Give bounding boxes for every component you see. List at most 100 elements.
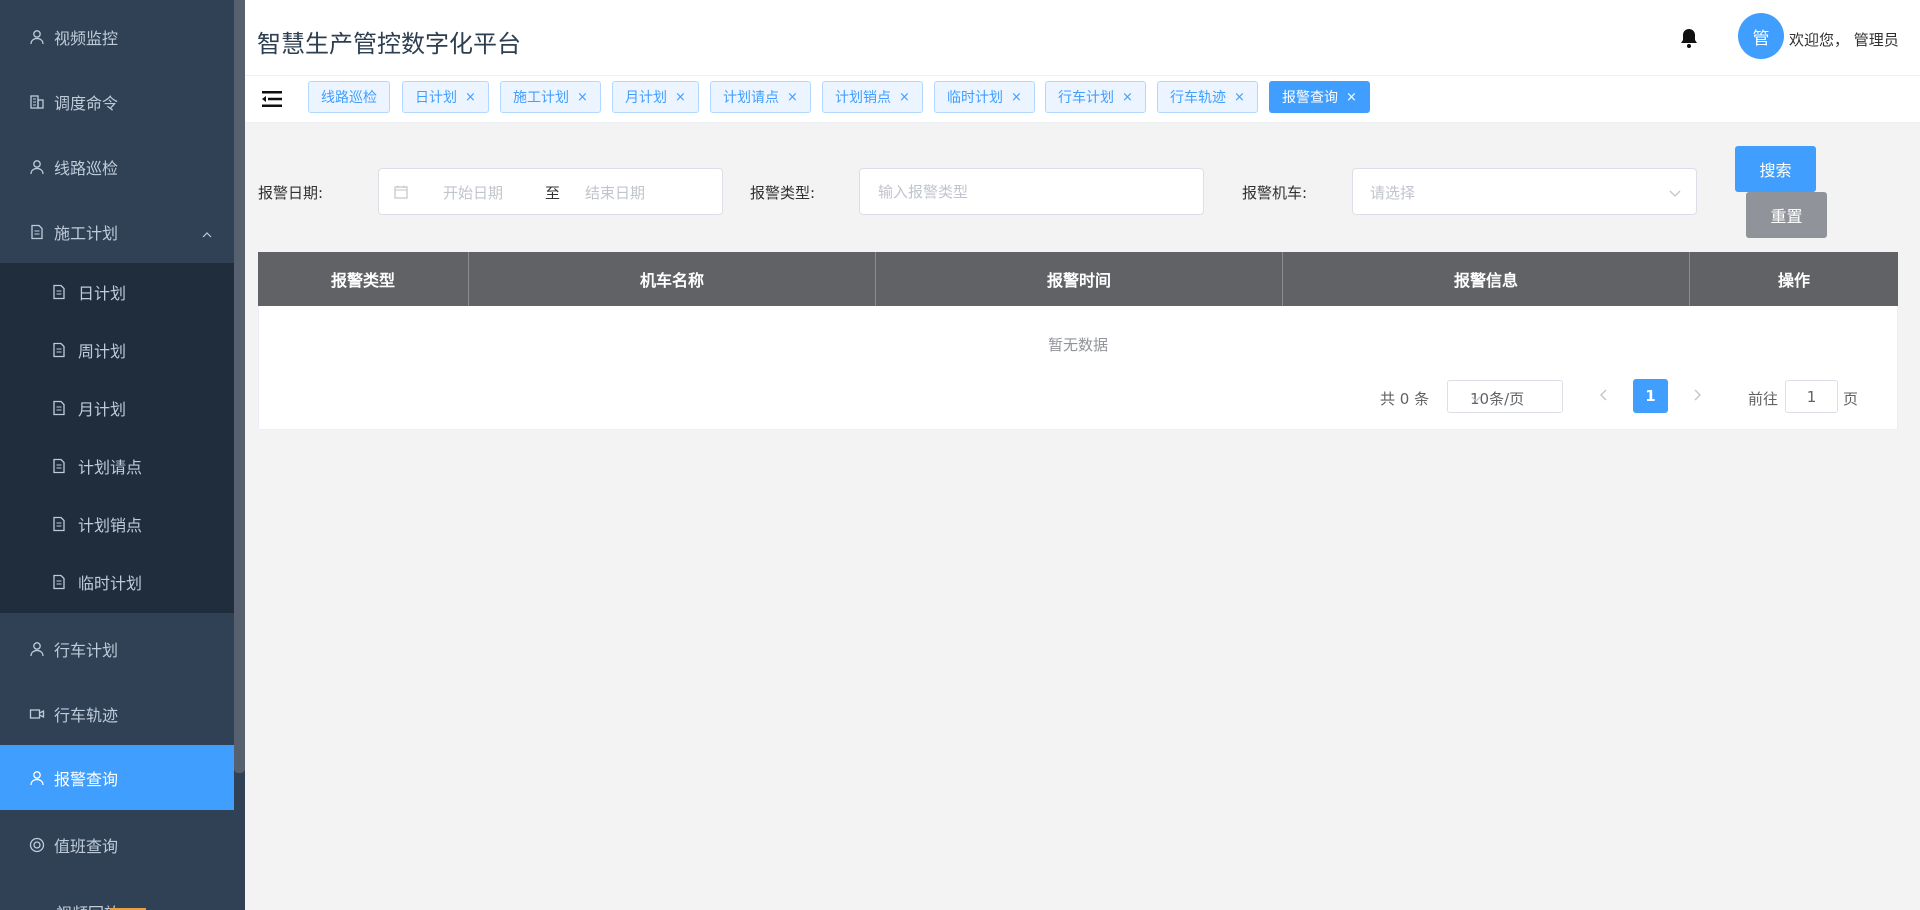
- submenu-item-daily-plan[interactable]: 日计划: [0, 263, 234, 321]
- tag-plan-request[interactable]: 计划请点 ×: [710, 81, 811, 113]
- column-header[interactable]: 报警类型: [258, 252, 469, 306]
- tag-label: 计划销点: [835, 90, 891, 106]
- sidebar-item-video-monitor[interactable]: 视频监控: [0, 4, 234, 69]
- sidebar: 视频监控 调度命令 线路巡检 施工计划 日计划 周计划 月计划 计划请点 计划销…: [0, 0, 245, 910]
- prev-page-icon[interactable]: [1596, 386, 1612, 404]
- sidebar-item-train-plan[interactable]: 行车计划: [0, 616, 234, 681]
- tag-label: 月计划: [625, 90, 667, 106]
- column-header[interactable]: 机车名称: [469, 252, 876, 306]
- tag-label: 施工计划: [513, 90, 569, 106]
- column-header[interactable]: 报警时间: [876, 252, 1283, 306]
- tag-train-plan[interactable]: 行车计划 ×: [1045, 81, 1146, 113]
- alarm-locomotive-label: 报警机车:: [1242, 184, 1308, 202]
- alarm-type-label: 报警类型:: [750, 184, 816, 202]
- tag-label: 日计划: [415, 90, 457, 106]
- submenu-construction-plan: 日计划 周计划 月计划 计划请点 计划销点 临时计划: [0, 263, 234, 613]
- tag-line-inspection[interactable]: 线路巡检: [308, 81, 390, 113]
- pagination-total: 共 0 条: [1380, 390, 1430, 408]
- submenu-item-temp-plan[interactable]: 临时计划: [0, 553, 234, 611]
- tag-construction-plan[interactable]: 施工计划 ×: [500, 81, 601, 113]
- close-icon[interactable]: ×: [577, 90, 588, 105]
- avatar[interactable]: 管: [1738, 13, 1784, 59]
- submenu-item-plan-request[interactable]: 计划请点: [0, 437, 234, 495]
- submenu-item-label: 周计划: [78, 342, 127, 361]
- sidebar-item-label: 调度命令: [54, 93, 119, 113]
- sidebar-item-label: 值班查询: [54, 836, 119, 856]
- document-icon: [50, 457, 68, 475]
- sidebar-item-alarm-query[interactable]: 报警查询: [0, 745, 234, 810]
- close-icon[interactable]: ×: [787, 90, 798, 105]
- building-icon: [28, 93, 46, 111]
- table-header: 报警类型 机车名称 报警时间 报警信息 操作: [258, 252, 1898, 306]
- calendar-icon: [393, 184, 409, 200]
- close-icon[interactable]: ×: [1011, 90, 1022, 105]
- start-date-input[interactable]: 开始日期: [443, 182, 503, 203]
- page-number-current[interactable]: 1: [1633, 379, 1668, 413]
- submenu-item-weekly-plan[interactable]: 周计划: [0, 321, 234, 379]
- goto-page-input[interactable]: 1: [1785, 380, 1838, 413]
- tag-monthly-plan[interactable]: 月计划 ×: [612, 81, 699, 113]
- tag-temp-plan[interactable]: 临时计划 ×: [934, 81, 1035, 113]
- alarm-type-input[interactable]: [860, 169, 1203, 214]
- top-header: 智慧生产管控数字化平台 管 欢迎您， 管理员: [245, 0, 1920, 76]
- column-header[interactable]: 操作: [1690, 252, 1898, 306]
- alarm-type-field: [859, 168, 1204, 215]
- chevron-down-icon: [1668, 185, 1682, 199]
- close-icon[interactable]: ×: [899, 90, 910, 105]
- tag-plan-cancel[interactable]: 计划销点 ×: [822, 81, 923, 113]
- user-icon: [28, 28, 46, 46]
- tag-label: 线路巡检: [321, 90, 377, 106]
- empty-text: 暂无数据: [1047, 336, 1108, 354]
- submenu-item-monthly-plan[interactable]: 月计划: [0, 379, 234, 437]
- tag-alarm-query[interactable]: 报警查询 ×: [1269, 81, 1370, 113]
- sidebar-item-label: 行车计划: [54, 640, 119, 660]
- close-icon[interactable]: ×: [1122, 90, 1133, 105]
- tag-daily-plan[interactable]: 日计划 ×: [402, 81, 489, 113]
- submenu-item-label: 月计划: [78, 400, 127, 419]
- user-icon: [28, 769, 46, 787]
- close-icon[interactable]: ×: [1346, 90, 1357, 105]
- sidebar-item-line-inspection[interactable]: 线路巡检: [0, 134, 234, 199]
- tag-label: 临时计划: [947, 90, 1003, 106]
- close-icon[interactable]: ×: [675, 90, 686, 105]
- alarm-date-label: 报警日期:: [258, 184, 324, 202]
- document-icon: [50, 283, 68, 301]
- column-header[interactable]: 报警信息: [1283, 252, 1690, 306]
- range-separator: 至: [545, 184, 561, 202]
- sidebar-item-label: 施工计划: [54, 223, 119, 243]
- close-icon[interactable]: ×: [1234, 90, 1245, 105]
- chevron-down-icon: [1470, 391, 1482, 403]
- tag-train-track[interactable]: 行车轨迹 ×: [1157, 81, 1258, 113]
- tag-label: 报警查询: [1282, 90, 1338, 106]
- bell-icon[interactable]: [1677, 26, 1701, 50]
- reset-button[interactable]: 重置: [1746, 192, 1827, 238]
- hamburger-icon[interactable]: [260, 87, 284, 111]
- sidebar-item-construction-plan[interactable]: 施工计划: [0, 199, 234, 264]
- document-icon: [50, 341, 68, 359]
- close-icon[interactable]: ×: [465, 90, 476, 105]
- alarm-locomotive-select[interactable]: 请选择: [1352, 168, 1697, 215]
- lifebuoy-icon: [28, 836, 46, 854]
- goto-suffix: 页: [1843, 390, 1859, 408]
- sidebar-item-duty-query[interactable]: 值班查询: [0, 812, 234, 877]
- next-page-icon[interactable]: [1689, 386, 1705, 404]
- search-button[interactable]: 搜索: [1735, 146, 1816, 192]
- document-icon: [50, 573, 68, 591]
- end-date-input[interactable]: 结束日期: [585, 182, 645, 203]
- date-range-picker[interactable]: 开始日期 至 结束日期: [378, 168, 723, 215]
- sidebar-item-train-track[interactable]: 行车轨迹: [0, 681, 234, 746]
- sidebar-scrollbar[interactable]: [234, 0, 245, 773]
- submenu-item-label: 计划销点: [78, 516, 143, 535]
- submenu-item-plan-cancel[interactable]: 计划销点: [0, 495, 234, 553]
- document-icon: [50, 515, 68, 533]
- sidebar-item-dispatch[interactable]: 调度命令: [0, 69, 234, 134]
- tag-label: 行车轨迹: [1170, 90, 1226, 106]
- chevron-up-icon: [202, 225, 212, 238]
- video-camera-icon: [28, 705, 46, 723]
- welcome-text[interactable]: 欢迎您， 管理员: [1789, 29, 1899, 50]
- select-placeholder: 请选择: [1370, 184, 1416, 202]
- submenu-item-label: 临时计划: [78, 574, 143, 593]
- page-size-select[interactable]: 10条/页: [1447, 380, 1563, 413]
- tag-label: 行车计划: [1058, 90, 1114, 106]
- user-icon: [28, 158, 46, 176]
